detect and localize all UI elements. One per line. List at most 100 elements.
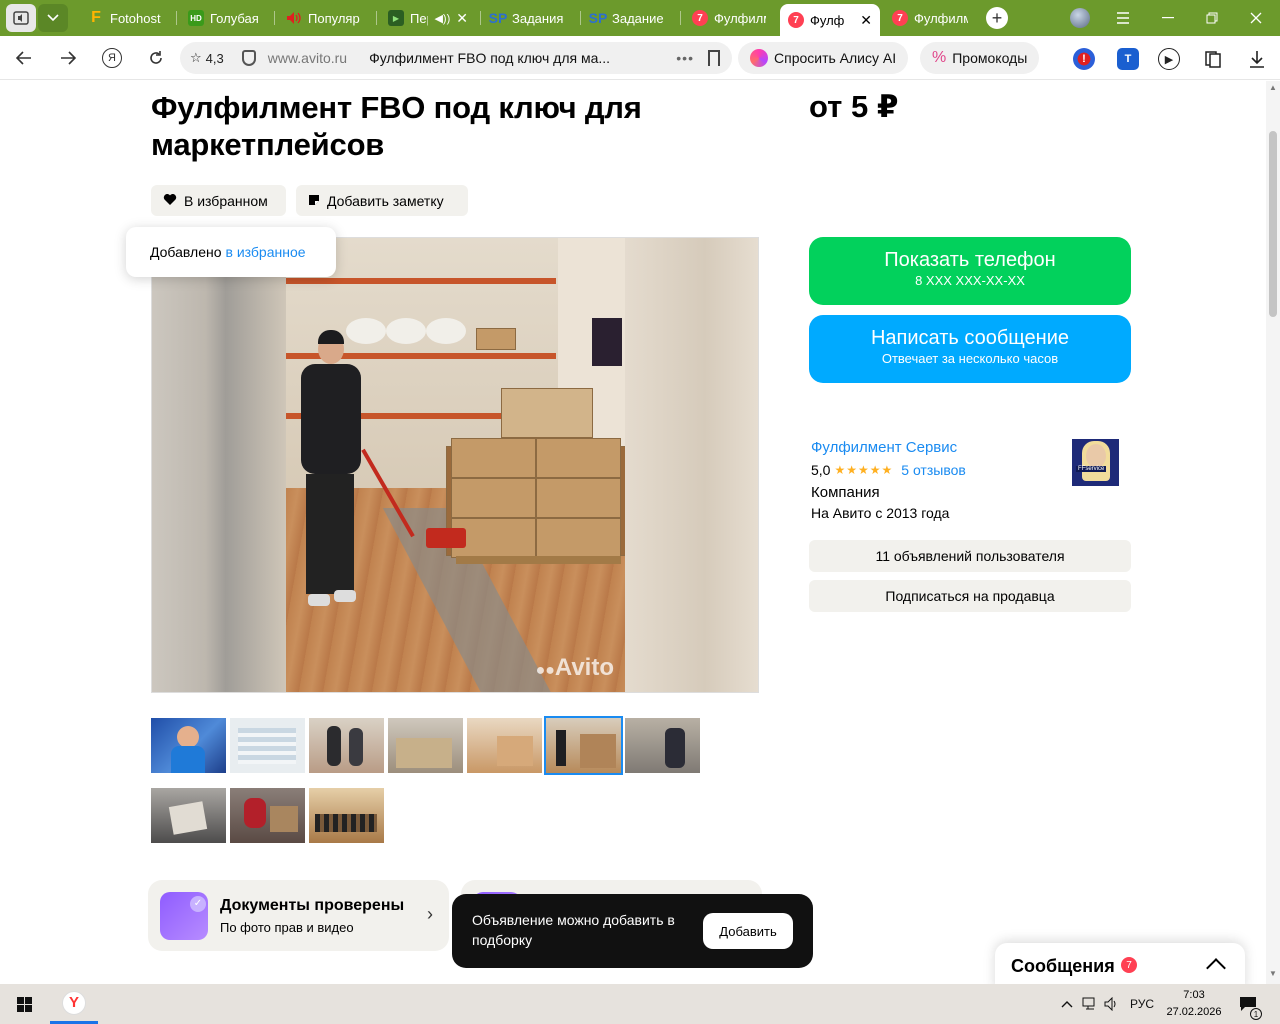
tab-separator — [480, 11, 481, 25]
messages-count-badge: 7 — [1121, 957, 1137, 973]
write-message-button[interactable]: Написать сообщение Отвечает за несколько… — [809, 315, 1131, 383]
page-scrollbar[interactable]: ▲ ▼ — [1266, 81, 1280, 984]
sp-favicon: SP — [488, 10, 508, 26]
tabs-dropdown-icon[interactable] — [38, 4, 68, 32]
back-arrow-icon[interactable] — [10, 44, 38, 72]
photo-thumbnail-selected[interactable] — [544, 716, 623, 775]
top-box — [501, 388, 593, 438]
extension-shield-icon[interactable]: ! — [1073, 48, 1095, 70]
photo-thumbnail[interactable] — [309, 788, 384, 843]
url-domain[interactable]: www.avito.ru — [268, 50, 347, 66]
reload-icon[interactable] — [142, 44, 170, 72]
promo-label: Промокоды — [952, 50, 1028, 66]
reviews-link[interactable]: 5 отзывов — [901, 462, 966, 478]
media-play-icon[interactable]: ▶ — [1158, 48, 1180, 70]
tab-fotohost[interactable]: F Fotohost — [80, 4, 172, 32]
tab-fulfilment-active[interactable]: 7 Фулф ✕ — [780, 4, 880, 36]
photo-thumbnail[interactable] — [151, 718, 226, 773]
shelf — [286, 278, 556, 284]
clock[interactable]: 7:03 27.02.2026 — [1160, 987, 1228, 1021]
note-icon — [308, 193, 320, 209]
new-tab-plus-icon[interactable]: + — [986, 7, 1008, 29]
photo-blur-right — [625, 238, 758, 692]
collections-icon[interactable] — [1202, 48, 1224, 70]
tab-audio-icon[interactable]: ◀)) — [434, 12, 450, 25]
shield-icon[interactable] — [241, 50, 256, 66]
sp-favicon: SP — [588, 10, 608, 26]
network-icon[interactable] — [1080, 984, 1100, 1024]
pallet — [456, 556, 621, 564]
seller-avatar[interactable]: FFservice — [1072, 439, 1119, 486]
chevron-up-icon[interactable] — [1206, 958, 1226, 978]
tab-fulfilment-3[interactable]: 7 Фулфилм — [884, 4, 976, 32]
tab-zadaniya[interactable]: SP Задания — [482, 4, 578, 32]
seller-ads-button[interactable]: 11 объявлений пользователя — [809, 540, 1131, 572]
tab-title: Фулф — [810, 12, 845, 28]
messages-widget[interactable]: Сообщения 7 — [995, 943, 1245, 984]
tab-golubaya[interactable]: HD Голубая — [180, 4, 270, 32]
box — [536, 438, 621, 478]
add-note-button[interactable]: Добавить заметку — [296, 185, 468, 216]
tab-close-icon[interactable]: ✕ — [860, 12, 872, 29]
favorite-label: В избранном — [184, 192, 268, 209]
tray-chevron-up-icon[interactable] — [1056, 984, 1078, 1024]
url-page-title[interactable]: Фулфилмент FBO под ключ для ма... — [369, 50, 610, 66]
yandex-home-icon[interactable]: Я — [98, 44, 126, 72]
scrollbar-thumb[interactable] — [1269, 131, 1277, 317]
tab-populyar[interactable]: Популяр — [278, 4, 372, 32]
add-to-collection-button[interactable]: Добавить — [703, 913, 793, 949]
box — [451, 438, 536, 478]
site-rating[interactable]: ☆ 4,3 — [190, 50, 224, 66]
minimize-icon[interactable] — [1146, 0, 1190, 36]
restore-icon[interactable] — [1190, 0, 1234, 36]
notifications-icon[interactable]: 1 — [1236, 984, 1262, 1024]
start-button[interactable] — [0, 984, 48, 1024]
photo-thumbnail[interactable] — [388, 718, 463, 773]
taskbar-yandex-browser[interactable]: Y — [50, 984, 98, 1024]
scroll-up-arrow-icon[interactable]: ▲ — [1269, 83, 1277, 92]
forward-arrow-icon[interactable] — [54, 44, 82, 72]
bookmark-icon[interactable] — [708, 50, 720, 66]
extension-translate-icon[interactable]: T — [1117, 48, 1139, 70]
more-dots-icon[interactable]: ••• — [676, 50, 694, 66]
tab-close-icon[interactable]: ✕ — [456, 10, 468, 27]
favorite-button[interactable]: В избранном — [151, 185, 286, 216]
close-window-icon[interactable] — [1234, 0, 1278, 36]
ask-alice-button[interactable]: Спросить Алису AI — [738, 42, 909, 74]
documents-verified-card[interactable]: ✓ Документы проверены По фото прав и вид… — [148, 880, 449, 951]
photo-thumbnail[interactable] — [309, 718, 384, 773]
photo-thumbnail[interactable] — [151, 788, 226, 843]
profile-avatar[interactable] — [1070, 8, 1090, 28]
windows-taskbar: Y РУС 7:03 27.02.2026 1 — [0, 984, 1280, 1024]
star-outline-icon: ☆ — [190, 50, 202, 65]
promocodes-button[interactable]: % Промокоды — [920, 42, 1040, 74]
volume-icon[interactable] — [1102, 984, 1122, 1024]
download-icon[interactable] — [1246, 48, 1268, 70]
subscribe-seller-button[interactable]: Подписаться на продавца — [809, 580, 1131, 612]
scroll-down-arrow-icon[interactable]: ▼ — [1269, 969, 1277, 978]
ad-title: Фулфилмент FBO под ключ для маркетплейсо… — [151, 90, 642, 162]
photo-thumbnail[interactable] — [467, 718, 542, 773]
clock-time: 7:03 — [1183, 989, 1205, 1001]
video-favicon: ▶ — [388, 10, 404, 26]
sound-tab-icon[interactable] — [6, 4, 36, 32]
box — [451, 478, 536, 518]
browser-menu-icon[interactable] — [1101, 0, 1145, 36]
photo-thumbnail[interactable] — [230, 788, 305, 843]
windows-logo-icon — [16, 996, 32, 1012]
tab-zadanie[interactable]: SP Задание — [582, 4, 678, 32]
address-bar[interactable]: ☆ 4,3 www.avito.ru Фулфилмент FBO под кл… — [180, 42, 732, 74]
tab-fulfilment-1[interactable]: 7 Фулфилм — [684, 4, 774, 32]
yandex-browser-icon: Y — [62, 990, 86, 1015]
main-photo[interactable]: ●●Avito — [151, 237, 759, 693]
favorites-link[interactable]: в избранное — [226, 244, 306, 260]
photo-blur-left — [152, 238, 286, 692]
photo-thumbnail[interactable] — [230, 718, 305, 773]
show-phone-button[interactable]: Показать телефон 8 XXX XXX-XX-XX — [809, 237, 1131, 305]
photo-thumbnail[interactable] — [625, 718, 700, 773]
badge-7-favicon: 7 — [788, 12, 804, 28]
response-time: Отвечает за несколько часов — [881, 351, 1059, 366]
alice-label: Спросить Алису AI — [774, 50, 897, 66]
language-indicator[interactable]: РУС — [1126, 984, 1158, 1024]
tab-per[interactable]: ▶ Пер ◀)) ✕ — [380, 4, 476, 32]
